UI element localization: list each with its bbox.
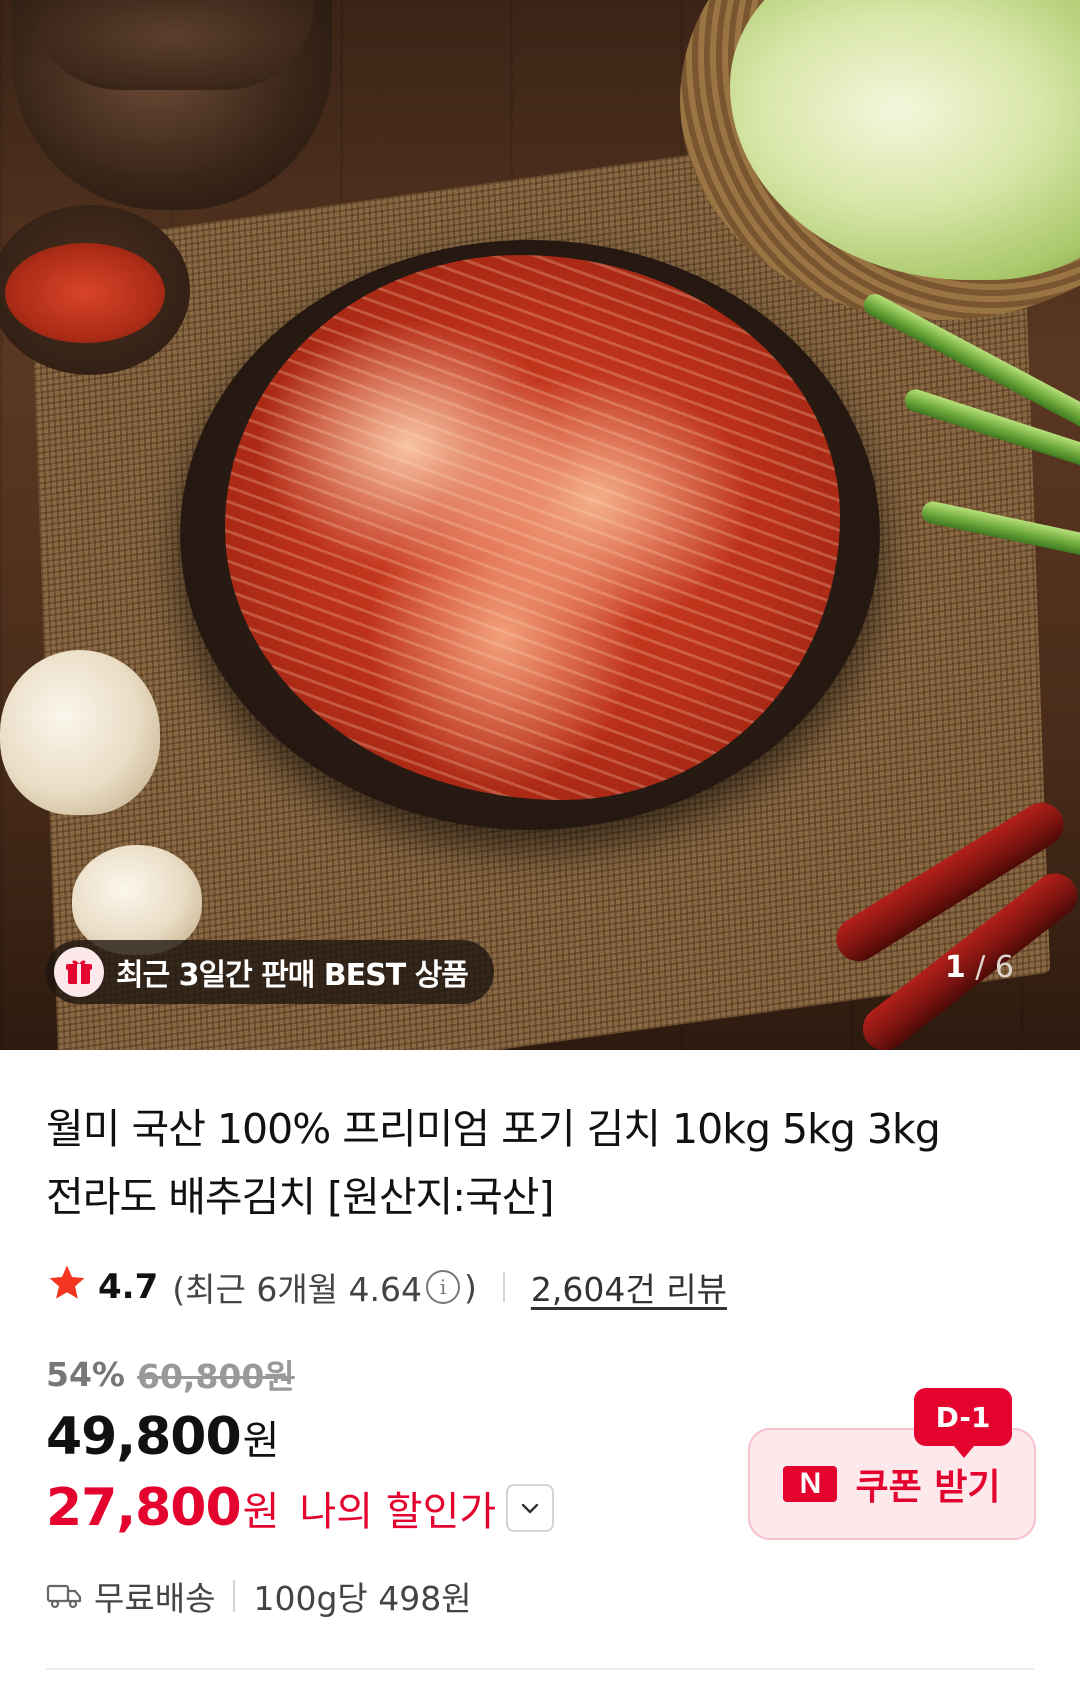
star-icon	[46, 1262, 88, 1312]
chili-powder	[5, 243, 165, 343]
rating-score: 4.7	[98, 1267, 159, 1307]
discount-percent: 54%	[46, 1354, 125, 1394]
sale-price-row: 49,800 원	[46, 1407, 279, 1467]
my-discount-price-row[interactable]: 27,800 원 나의 할인가	[46, 1478, 555, 1538]
original-price-row: 54% 60,800원	[46, 1350, 295, 1398]
sale-price-unit: 원	[242, 1418, 280, 1464]
best-seller-badge: 최근 3일간 판매 BEST 상품	[46, 940, 494, 1004]
my-discount-price: 27,800	[46, 1478, 242, 1538]
gift-box-icon	[54, 947, 104, 997]
product-image-carousel[interactable]: 최근 3일간 판매 BEST 상품 1 / 6	[0, 0, 1080, 1050]
shipping-row: 무료배송 100g당 498원	[46, 1572, 472, 1620]
product-title-line: 월미 국산 100% 프리미엄 포기 김치 10kg 5kg 3kg	[46, 1105, 941, 1153]
image-counter-total: 6	[994, 950, 1014, 985]
product-title-line: 전라도 배추김치 [원산지:국산]	[46, 1173, 555, 1221]
recent-rating-text: (최근 6개월 4.64	[172, 1270, 423, 1309]
garlic-bulb	[72, 845, 202, 955]
divider	[502, 1272, 505, 1302]
info-icon[interactable]: i	[426, 1270, 461, 1304]
d-day-badge: D-1	[914, 1388, 1012, 1458]
sale-price: 49,800	[46, 1407, 242, 1467]
best-seller-text: 최근 3일간 판매 BEST 상품	[116, 958, 469, 993]
original-price: 60,800원	[137, 1357, 295, 1396]
truck-icon	[46, 1581, 82, 1611]
rating-row: 4.7 (최근 6개월 4.64 i ) 2,604건 리뷰	[46, 1262, 727, 1312]
recent-rating-close: )	[464, 1267, 477, 1307]
n-pay-logo-icon: N	[783, 1466, 838, 1502]
review-count-link[interactable]: 2,604건 리뷰	[531, 1263, 727, 1311]
product-title: 월미 국산 100% 프리미엄 포기 김치 10kg 5kg 3kg 전라도 배…	[46, 1095, 1046, 1231]
free-shipping-label: 무료배송	[94, 1579, 216, 1618]
image-counter: 1 / 6	[945, 950, 1014, 985]
coupon-label: 쿠폰 받기	[855, 1467, 1001, 1508]
my-discount-price-unit: 원	[242, 1489, 280, 1535]
jar-lid	[30, 0, 315, 90]
chevron-down-icon[interactable]	[506, 1484, 555, 1532]
garlic-bulb	[0, 650, 160, 815]
image-counter-separator: /	[975, 950, 986, 985]
divider	[233, 1580, 236, 1612]
my-discount-label: 나의 할인가	[299, 1489, 497, 1535]
image-counter-current: 1	[944, 950, 966, 985]
unit-price-label: 100g당 498원	[253, 1579, 472, 1618]
section-divider	[46, 1668, 1034, 1670]
